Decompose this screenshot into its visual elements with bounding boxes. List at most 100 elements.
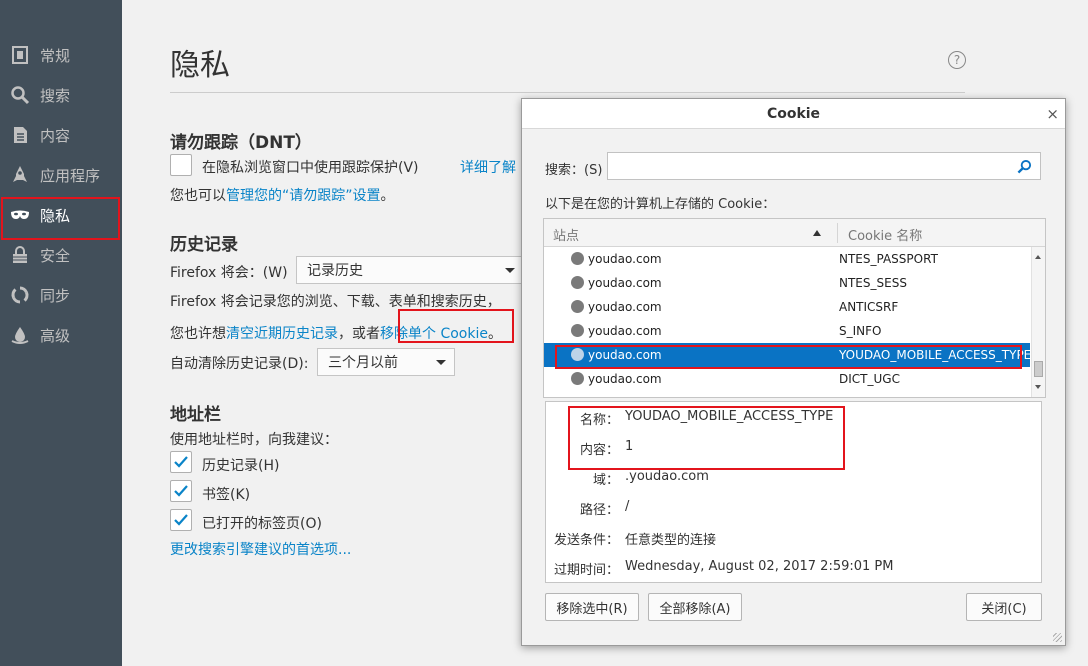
page-title: 隐私 <box>170 48 230 83</box>
help-icon[interactable]: ? <box>948 51 966 69</box>
cookie-search-input[interactable] <box>607 152 1041 180</box>
dnt-prefix-text: 您也可以 <box>170 188 226 204</box>
sidebar-item-search[interactable]: 搜索 <box>0 75 122 115</box>
firefox-will-label: Firefox 将会：(W) <box>170 265 288 281</box>
scrollbar-thumb[interactable] <box>1034 361 1043 377</box>
row-site: youdao.com <box>588 276 662 290</box>
applications-icon <box>0 165 40 185</box>
close-button[interactable]: 关闭(C) <box>966 593 1042 621</box>
tracking-protection-checkbox[interactable] <box>170 154 192 176</box>
sidebar-item-label: 常规 <box>40 46 71 65</box>
cookie-list-caption: 以下是在您的计算机上存储的 Cookie： <box>545 197 776 212</box>
vertical-scrollbar[interactable] <box>1031 247 1045 397</box>
tree-header: 站点 Cookie 名称 <box>544 219 1045 247</box>
row-site: youdao.com <box>588 324 662 338</box>
history-mode-value: 记录历史 <box>307 263 363 279</box>
globe-icon <box>571 276 584 289</box>
globe-icon <box>571 324 584 337</box>
manage-dnt-link[interactable]: 管理您的“请勿跟踪”设置 <box>226 188 381 204</box>
clear-mid-text: ，或者 <box>338 326 380 342</box>
detail-label-expires: 过期时间： <box>553 563 619 578</box>
sort-ascending-icon <box>813 230 821 236</box>
row-cookie-name: NTES_PASSPORT <box>839 252 938 266</box>
address-bar-heading: 地址栏 <box>170 405 221 425</box>
sidebar: 常规 搜索 内容 应用程序 隐私 安全 同步 高级 <box>0 0 122 666</box>
row-cookie-name: DICT_UGC <box>839 372 900 386</box>
sidebar-item-label: 安全 <box>40 246 71 265</box>
scroll-up-icon[interactable] <box>1035 255 1041 259</box>
checkmark-icon <box>174 514 188 526</box>
table-row[interactable]: youdao.com S_INFO <box>544 319 1030 343</box>
scroll-down-icon[interactable] <box>1035 385 1041 389</box>
detail-value-send-for: 任意类型的连接 <box>625 533 717 548</box>
suggest-label: 使用地址栏时，向我建议： <box>170 432 338 448</box>
row-cookie-name: S_INFO <box>839 324 882 338</box>
detail-value-expires: Wednesday, August 02, 2017 2:59:01 PM <box>625 559 894 574</box>
general-icon <box>0 45 40 65</box>
auto-clear-label: 自动清除历史记录(D): <box>170 356 309 372</box>
history-mode-select[interactable]: 记录历史 <box>296 256 524 284</box>
sidebar-item-security[interactable]: 安全 <box>0 235 122 275</box>
change-search-suggestions-link[interactable]: 更改搜索引擎建议的首选项... <box>170 539 351 559</box>
auto-clear-value: 三个月以前 <box>328 355 398 371</box>
suggest-bookmarks-label: 书签(K) <box>202 487 251 503</box>
dialog-title: Cookie <box>522 99 1065 129</box>
detail-label-path: 路径： <box>579 503 619 518</box>
sidebar-item-label: 搜索 <box>40 86 71 105</box>
suggest-open-tabs-label: 已打开的标签页(O) <box>202 516 322 532</box>
sidebar-item-label: 高级 <box>40 326 71 345</box>
table-row[interactable]: youdao.com NTES_PASSPORT <box>544 247 1030 271</box>
column-separator <box>837 223 838 243</box>
column-site[interactable]: 站点 <box>553 225 579 244</box>
highlight-box-selected-row <box>555 345 1022 369</box>
chevron-down-icon <box>505 268 515 273</box>
sync-icon <box>0 285 40 305</box>
dnt-manage-text: 您也可以管理您的“请勿跟踪”设置。 <box>170 185 395 205</box>
search-label: 搜索：(S) <box>545 163 603 178</box>
suggest-history-checkbox[interactable] <box>170 451 192 473</box>
table-row[interactable]: youdao.com ANTICSRF <box>544 295 1030 319</box>
highlight-box-remove-cookie <box>398 309 514 343</box>
globe-icon <box>571 300 584 313</box>
history-heading: 历史记录 <box>170 235 238 255</box>
sidebar-item-label: 同步 <box>40 286 71 305</box>
history-description: Firefox 将会记录您的浏览、下载、表单和搜索历史， <box>170 294 501 310</box>
sidebar-item-general[interactable]: 常规 <box>0 35 122 75</box>
globe-icon <box>571 372 584 385</box>
row-site: youdao.com <box>588 300 662 314</box>
clear-prefix-text: 您也许想 <box>170 326 226 342</box>
table-row[interactable]: youdao.com DICT_UGC <box>544 367 1030 391</box>
highlight-box-privacy <box>1 197 120 240</box>
column-cookie-name[interactable]: Cookie 名称 <box>848 225 922 244</box>
checkmark-icon <box>174 456 188 468</box>
row-cookie-name: NTES_SESS <box>839 276 907 290</box>
cookie-dialog: Cookie × 搜索：(S) 以下是在您的计算机上存储的 Cookie： 站点… <box>521 98 1066 646</box>
row-site: youdao.com <box>588 252 662 266</box>
sidebar-item-advanced[interactable]: 高级 <box>0 315 122 355</box>
detail-label-send-for: 发送条件： <box>553 533 619 548</box>
dnt-heading: 请勿跟踪（DNT） <box>170 133 312 153</box>
row-site: youdao.com <box>588 372 662 386</box>
learn-more-link[interactable]: 详细了解 <box>460 157 516 177</box>
tracking-protection-label: 在隐私浏览窗口中使用跟踪保护(V) <box>202 160 419 176</box>
suggest-bookmarks-checkbox[interactable] <box>170 480 192 502</box>
remove-all-button[interactable]: 全部移除(A) <box>648 593 742 621</box>
chevron-down-icon <box>436 360 446 365</box>
auto-clear-select[interactable]: 三个月以前 <box>317 348 455 376</box>
highlight-box-details <box>568 406 845 470</box>
detail-value-path: / <box>625 499 630 514</box>
clear-recent-history-link[interactable]: 清空近期历史记录 <box>226 326 338 342</box>
cookie-tree[interactable]: 站点 Cookie 名称 youdao.com NTES_PASSPORT you… <box>543 218 1046 398</box>
dnt-suffix-text: 。 <box>380 188 395 204</box>
suggest-history-label: 历史记录(H) <box>202 458 280 474</box>
sidebar-item-applications[interactable]: 应用程序 <box>0 155 122 195</box>
close-icon[interactable]: × <box>1046 105 1059 123</box>
remove-selected-button[interactable]: 移除选中(R) <box>545 593 639 621</box>
suggest-open-tabs-checkbox[interactable] <box>170 509 192 531</box>
divider <box>170 92 965 93</box>
content-icon <box>0 125 40 145</box>
resize-grip-icon[interactable] <box>1053 633 1062 642</box>
sidebar-item-content[interactable]: 内容 <box>0 115 122 155</box>
table-row[interactable]: youdao.com NTES_SESS <box>544 271 1030 295</box>
sidebar-item-sync[interactable]: 同步 <box>0 275 122 315</box>
